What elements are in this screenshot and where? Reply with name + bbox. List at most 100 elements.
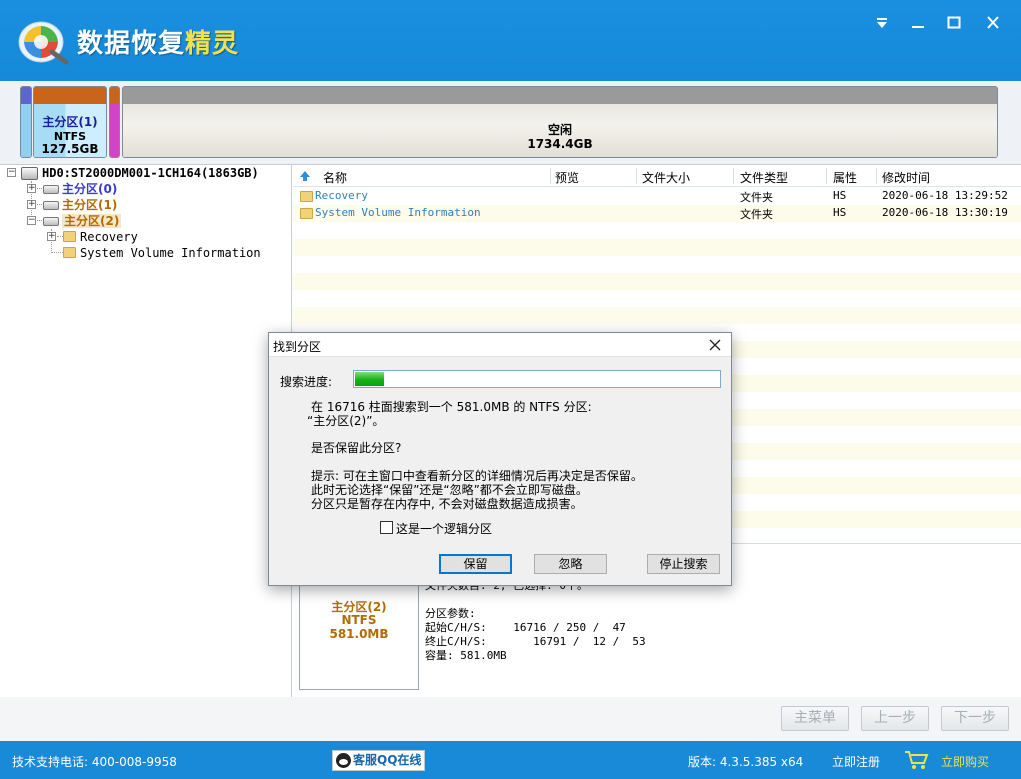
partition-size: 127.5GB xyxy=(41,142,99,156)
empty-row xyxy=(293,222,1021,239)
table-row[interactable]: Recovery 文件夹 HS 2020-06-18 13:29:52 xyxy=(293,188,1021,205)
partition-bar: 主分区(1) NTFS 127.5GB 空闲 1734.4GB xyxy=(0,81,1021,165)
status-bar: 技术支持电话: 400-008-9958 客服QQ在线 版本: 4.3.5.38… xyxy=(0,741,1021,779)
folder-icon xyxy=(300,191,313,202)
main-menu-button[interactable]: 主菜单 xyxy=(781,706,849,731)
hard-disk-icon xyxy=(21,167,38,180)
file-attr: HS xyxy=(833,189,847,202)
empty-row xyxy=(293,239,1021,256)
tree-partition-2[interactable]: 主分区(2) xyxy=(43,213,122,229)
tree-disk-node[interactable]: HD0:ST2000DM001-1CH164(1863GB) xyxy=(21,165,259,181)
found-partition-name: “主分区(2)”。 xyxy=(307,414,385,428)
free-space-size: 1734.4GB xyxy=(527,137,593,151)
app-title-main: 数据恢复 xyxy=(77,29,186,59)
ignore-button[interactable]: 忽略 xyxy=(534,554,607,574)
file-modified: 2020-06-18 13:29:52 xyxy=(882,189,1008,202)
partition-icon xyxy=(43,217,59,226)
expand-toggle[interactable]: + xyxy=(27,184,36,193)
column-attr[interactable]: 属性 xyxy=(833,169,857,186)
detail-partition-fs: NTFS xyxy=(341,613,377,627)
partition-label-selected: 主分区(2) xyxy=(62,214,122,228)
tree-folder-recovery[interactable]: Recovery xyxy=(63,229,138,245)
disk-label: HD0:ST2000DM001-1CH164(1863GB) xyxy=(42,166,259,180)
column-type[interactable]: 文件类型 xyxy=(740,169,788,186)
maximize-icon[interactable] xyxy=(942,12,966,34)
next-button[interactable]: 下一步 xyxy=(941,706,1009,731)
partition-label: 主分区(0) xyxy=(62,182,118,196)
found-message: 在 16716 柱面搜索到一个 581.0MB 的 NTFS 分区: xyxy=(311,400,592,414)
file-type: 文件夹 xyxy=(740,208,773,221)
keep-question: 是否保留此分区? xyxy=(311,441,402,455)
progress-fill xyxy=(355,372,384,386)
column-preview[interactable]: 预览 xyxy=(555,169,579,186)
shopping-cart-icon xyxy=(905,751,929,769)
logical-partition-checkbox[interactable] xyxy=(380,521,393,534)
partition-segment-0[interactable] xyxy=(20,86,32,158)
progress-label: 搜索进度: xyxy=(280,375,333,389)
minimize-icon[interactable] xyxy=(906,12,930,34)
file-modified: 2020-06-18 13:30:19 xyxy=(882,206,1008,219)
title-bar: 数据恢复精灵 xyxy=(0,0,1021,81)
detail-partition-size: 581.0MB xyxy=(329,627,389,641)
folder-icon xyxy=(63,247,76,258)
end-chs: 终止C/H/S: 16791 / 12 / 53 xyxy=(425,635,646,648)
folder-label: System Volume Information xyxy=(80,246,261,260)
column-size[interactable]: 文件大小 xyxy=(642,169,690,186)
empty-row xyxy=(293,273,1021,290)
free-space-label: 空闲 xyxy=(547,123,572,137)
found-partition-dialog: 找到分区 搜索进度: 在 16716 柱面搜索到一个 581.0MB 的 NTF… xyxy=(268,332,732,586)
collapse-toggle[interactable]: − xyxy=(7,168,16,177)
file-list-header: 名称 预览 文件大小 文件类型 属性 修改时间 xyxy=(293,165,1021,187)
qq-label: 客服QQ在线 xyxy=(353,753,422,767)
file-type: 文件夹 xyxy=(740,191,773,204)
app-title-accent: 精灵 xyxy=(185,29,240,59)
app-logo-icon xyxy=(18,21,69,65)
logical-partition-label[interactable]: 这是一个逻辑分区 xyxy=(396,520,492,537)
partition-icon xyxy=(43,185,59,194)
register-link[interactable]: 立即注册 xyxy=(832,753,880,770)
directory-tree: − HD0:ST2000DM001-1CH164(1863GB) + 主分区(0… xyxy=(0,165,292,697)
folder-icon xyxy=(300,208,313,219)
search-progress-bar xyxy=(353,370,721,388)
empty-row xyxy=(293,290,1021,307)
qq-support-button[interactable]: 客服QQ在线 xyxy=(332,750,425,771)
qq-icon xyxy=(336,753,351,768)
support-phone: 技术支持电话: 400-008-9958 xyxy=(12,755,177,769)
partition-segment-1[interactable]: 主分区(1) NTFS 127.5GB xyxy=(33,86,107,158)
partition-icon xyxy=(43,201,59,210)
app-title: 数据恢复精灵 xyxy=(77,23,239,60)
file-attr: HS xyxy=(833,206,847,219)
column-modified[interactable]: 修改时间 xyxy=(882,169,930,186)
partition-label: 主分区(1) xyxy=(62,198,118,212)
table-row[interactable]: System Volume Information 文件夹 HS 2020-06-18… xyxy=(293,205,1021,222)
partition-segment-2[interactable] xyxy=(109,86,120,158)
tree-partition-1[interactable]: 主分区(1) xyxy=(43,197,117,213)
empty-row xyxy=(293,256,1021,273)
buy-now-link[interactable]: 立即购买 xyxy=(941,753,989,770)
dropdown-icon[interactable] xyxy=(870,12,894,34)
file-name: Recovery xyxy=(315,189,368,202)
capacity: 容量: 581.0MB xyxy=(425,649,507,662)
folder-icon xyxy=(63,231,76,242)
dialog-title: 找到分区 xyxy=(273,340,322,354)
tree-partition-0[interactable]: 主分区(0) xyxy=(43,181,117,197)
keep-button[interactable]: 保留 xyxy=(439,554,512,574)
file-name: System Volume Information xyxy=(315,206,481,219)
tip-line-1: 提示: 可在主窗口中查看新分区的详细情况后再决定是否保留。 xyxy=(311,469,643,483)
up-arrow-icon[interactable] xyxy=(299,170,311,182)
expand-toggle[interactable]: + xyxy=(47,232,56,241)
expand-toggle[interactable]: + xyxy=(27,200,36,209)
previous-button[interactable]: 上一步 xyxy=(861,706,929,731)
close-icon[interactable] xyxy=(707,337,723,353)
navigation-bar: 主菜单 上一步 下一步 xyxy=(0,697,1021,741)
column-name[interactable]: 名称 xyxy=(323,169,347,186)
free-space-segment[interactable]: 空闲 1734.4GB xyxy=(122,86,998,158)
collapse-toggle[interactable]: − xyxy=(27,216,36,225)
dialog-title-bar: 找到分区 xyxy=(269,333,731,357)
tree-folder-system-volume[interactable]: System Volume Information xyxy=(63,245,261,261)
stop-search-button[interactable]: 停止搜索 xyxy=(647,554,720,574)
folder-label: Recovery xyxy=(80,230,138,244)
partition-name: 主分区(1) xyxy=(42,115,98,129)
close-icon[interactable] xyxy=(981,12,1005,34)
tip-line-3: 分区只是暂存在内存中, 不会对磁盘数据造成损害。 xyxy=(311,497,583,511)
